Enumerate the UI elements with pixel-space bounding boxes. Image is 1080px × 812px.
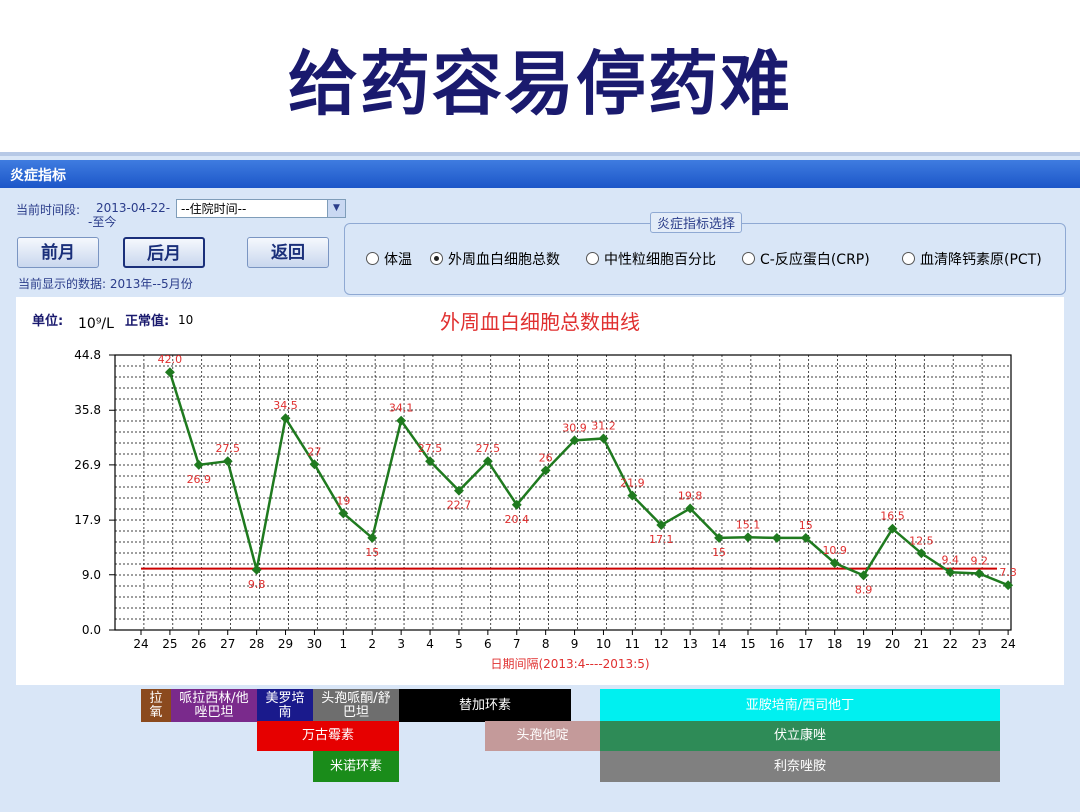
data-label: 9.4 bbox=[942, 553, 960, 566]
data-label: 8.9 bbox=[855, 583, 873, 596]
drug-piperacillin-tazobactam: 哌拉西林/他 唑巴坦 bbox=[171, 689, 257, 722]
data-point bbox=[743, 532, 753, 543]
x-tick-label: 9 bbox=[571, 637, 579, 651]
y-tick-label: 35.8 bbox=[74, 403, 101, 417]
x-tick-label: 26 bbox=[191, 637, 206, 651]
data-label: 10.9 bbox=[822, 544, 847, 557]
drug-meropenem: 美罗培 南 bbox=[257, 689, 313, 722]
x-tick-label: 6 bbox=[484, 637, 492, 651]
data-label: 26 bbox=[539, 451, 553, 464]
drug-latamoxef: 拉 氧 bbox=[141, 689, 171, 722]
x-tick-label: 28 bbox=[249, 637, 264, 651]
data-label: 12.5 bbox=[909, 534, 934, 547]
x-tick-label: 8 bbox=[542, 637, 550, 651]
data-label: 15.1 bbox=[736, 518, 761, 531]
x-tick-label: 29 bbox=[278, 637, 293, 651]
data-label: 21.9 bbox=[620, 477, 645, 490]
x-tick-label: 15 bbox=[740, 637, 755, 651]
y-tick-label: 26.9 bbox=[74, 458, 101, 472]
data-label: 15 bbox=[799, 519, 813, 532]
unit-value: 10⁹/L bbox=[78, 316, 114, 332]
data-label: 7.3 bbox=[999, 566, 1017, 579]
x-tick-label: 22 bbox=[943, 637, 958, 651]
x-tick-label: 17 bbox=[798, 637, 813, 651]
drug-cefoperazone-sulbactam: 头孢哌酮/舒 巴坦 bbox=[313, 689, 399, 722]
data-label: 19.8 bbox=[678, 489, 703, 502]
drug-imipenem-cilastatin: 亚胺培南/西司他丁 bbox=[600, 689, 1000, 722]
x-tick-label: 11 bbox=[625, 637, 640, 651]
drug-ceftazidime: 头孢他啶 bbox=[485, 721, 600, 751]
x-tick-label: 3 bbox=[397, 637, 405, 651]
data-label: 26.9 bbox=[187, 473, 212, 486]
data-label: 42.0 bbox=[158, 353, 183, 366]
data-label: 34.5 bbox=[273, 399, 298, 412]
data-label: 27.5 bbox=[476, 442, 501, 455]
y-tick-label: 17.9 bbox=[74, 513, 101, 527]
drug-vancomycin: 万古霉素 bbox=[257, 721, 399, 751]
x-tick-label: 21 bbox=[914, 637, 929, 651]
drug-minocycline: 米诺环素 bbox=[313, 751, 399, 782]
x-tick-label: 30 bbox=[307, 637, 322, 651]
data-label: 27 bbox=[307, 445, 321, 458]
x-tick-label: 14 bbox=[711, 637, 726, 651]
drug-tigecycline: 替加环素 bbox=[399, 689, 571, 722]
drug-linezolid: 利奈唑胺 bbox=[600, 751, 1000, 782]
x-tick-label: 1 bbox=[340, 637, 348, 651]
data-label: 9.8 bbox=[248, 578, 266, 591]
x-tick-label: 25 bbox=[162, 637, 177, 651]
data-label: 15 bbox=[712, 546, 726, 559]
x-tick-label: 5 bbox=[455, 637, 463, 651]
data-label: 9.2 bbox=[970, 555, 988, 568]
y-tick-label: 0.0 bbox=[82, 623, 101, 637]
normal-label: 正常值: bbox=[125, 313, 169, 329]
data-label: 34.1 bbox=[389, 402, 414, 415]
data-point bbox=[193, 459, 204, 470]
x-tick-label: 7 bbox=[513, 637, 521, 651]
data-label: 22.7 bbox=[447, 499, 472, 512]
x-tick-label: 24 bbox=[1000, 637, 1015, 651]
data-label: 17.1 bbox=[649, 533, 674, 546]
data-label: 31.2 bbox=[591, 419, 616, 432]
x-tick-label: 2 bbox=[368, 637, 376, 651]
data-point bbox=[164, 367, 175, 378]
data-point bbox=[251, 564, 262, 575]
x-axis-label: 日期间隔(2013:4----2013:5) bbox=[490, 657, 649, 671]
x-tick-label: 10 bbox=[596, 637, 611, 651]
data-label: 20.4 bbox=[505, 513, 530, 526]
x-tick-label: 4 bbox=[426, 637, 434, 651]
wbc-line-chart: 单位: 10⁹/L 正常值: 10 外周血白细胞总数曲线 日期间隔(2013:4… bbox=[32, 310, 1017, 671]
data-label: 27.5 bbox=[418, 442, 443, 455]
data-label: 19 bbox=[336, 494, 350, 507]
data-label: 16.5 bbox=[880, 510, 905, 523]
x-tick-label: 19 bbox=[856, 637, 871, 651]
x-tick-label: 23 bbox=[972, 637, 987, 651]
data-point bbox=[974, 568, 985, 579]
y-tick-label: 44.8 bbox=[74, 348, 101, 362]
x-tick-label: 18 bbox=[827, 637, 842, 651]
data-point bbox=[598, 433, 609, 444]
chart-title: 外周血白细胞总数曲线 bbox=[440, 310, 640, 334]
unit-label: 单位: bbox=[32, 313, 63, 329]
drug-voriconazole: 伏立康唑 bbox=[600, 721, 1000, 751]
x-tick-label: 13 bbox=[683, 637, 698, 651]
x-tick-label: 12 bbox=[654, 637, 669, 651]
data-label: 15 bbox=[365, 546, 379, 559]
x-tick-label: 27 bbox=[220, 637, 235, 651]
y-tick-label: 9.0 bbox=[82, 568, 101, 582]
x-tick-label: 24 bbox=[133, 637, 148, 651]
data-point bbox=[771, 532, 782, 543]
normal-value: 10 bbox=[178, 313, 193, 327]
x-tick-label: 16 bbox=[769, 637, 784, 651]
x-tick-label: 20 bbox=[885, 637, 900, 651]
data-label: 30.9 bbox=[562, 421, 587, 434]
data-label: 27.5 bbox=[215, 442, 240, 455]
